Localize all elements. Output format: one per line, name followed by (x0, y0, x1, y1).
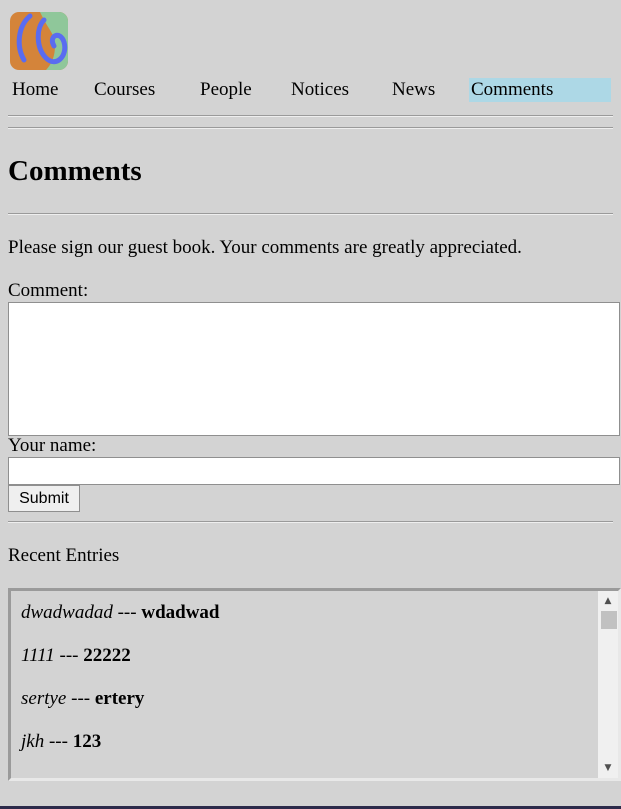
page-title: Comments (8, 155, 142, 187)
entry-author: 1111 (21, 645, 55, 666)
nav-divider-bottom (8, 127, 613, 129)
entry-separator: --- (66, 688, 95, 709)
nav-item-home[interactable]: Home (10, 78, 78, 102)
list-item: 1111 --- 22222 (21, 644, 131, 668)
submit-button[interactable]: Submit (8, 485, 80, 512)
entries-scrollbar[interactable]: ▲ ▼ (598, 591, 618, 778)
nav-item-courses[interactable]: Courses (92, 78, 174, 102)
nav-item-news[interactable]: News (390, 78, 452, 102)
guestbook-intro: Please sign our guest book. Your comment… (8, 237, 522, 258)
entry-comment: 22222 (83, 645, 131, 666)
entry-separator: --- (54, 645, 84, 666)
main-nav: Home Courses People Notices News Comment… (0, 78, 621, 104)
scroll-thumb[interactable] (601, 611, 617, 629)
recent-entries-heading: Recent Entries (8, 545, 120, 566)
entry-separator: --- (112, 602, 142, 623)
entry-author: dwadwadad (21, 602, 113, 623)
nav-item-comments[interactable]: Comments (469, 78, 611, 102)
title-divider (8, 213, 613, 215)
name-label: Your name: (8, 435, 97, 456)
list-item: sertye --- ertery (21, 687, 144, 711)
entry-comment: 123 (72, 731, 102, 752)
nav-divider-top (8, 115, 613, 117)
comment-label: Comment: (8, 280, 89, 301)
entry-comment: wdadwad (141, 602, 220, 623)
site-logo-icon (10, 12, 68, 70)
recent-entries-frame[interactable]: dwadwadad --- wdadwad 1111 --- 22222 ser… (8, 588, 621, 781)
entry-author: jkh (21, 731, 45, 752)
comment-textarea[interactable] (8, 302, 620, 436)
entry-author: sertye (21, 688, 67, 709)
scroll-down-icon[interactable]: ▼ (598, 760, 618, 776)
list-item: dwadwadad --- wdadwad (21, 601, 220, 625)
name-input[interactable] (8, 457, 620, 485)
form-divider (8, 521, 613, 523)
scroll-up-icon[interactable]: ▲ (598, 593, 618, 609)
nav-item-people[interactable]: People (198, 78, 270, 102)
nav-item-notices[interactable]: Notices (289, 78, 371, 102)
entry-separator: --- (44, 731, 73, 752)
list-item: jkh --- 123 (21, 730, 101, 754)
entry-comment: ertery (94, 688, 145, 709)
